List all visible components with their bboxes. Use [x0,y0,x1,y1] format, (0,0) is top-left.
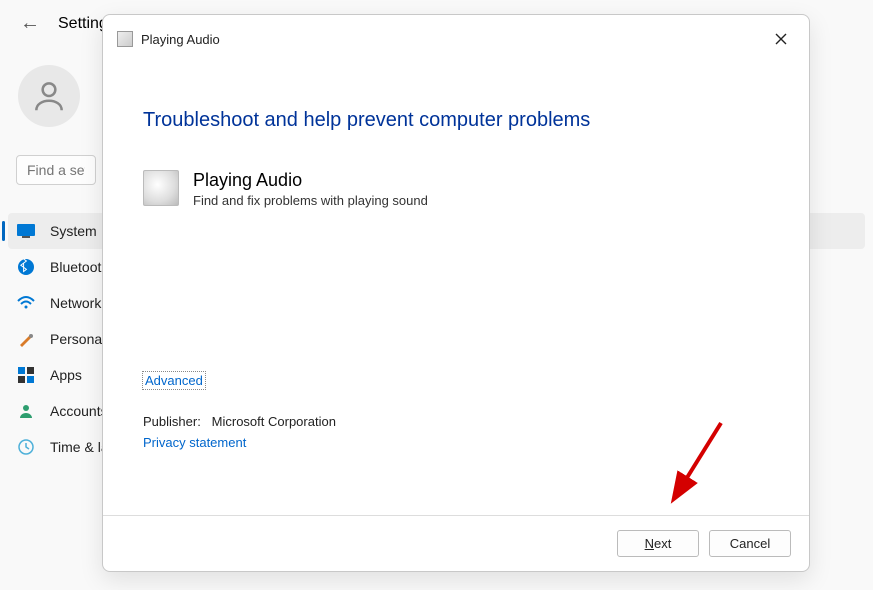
sidebar-item-label: Accounts [50,403,108,419]
person-icon [16,401,36,421]
back-arrow-icon[interactable]: ← [20,12,40,35]
item-description: Find and fix problems with playing sound [193,193,428,208]
speaker-icon [143,170,179,206]
dialog-window-title: Playing Audio [141,32,220,47]
dialog-heading: Troubleshoot and help prevent computer p… [143,109,769,132]
troubleshooter-icon [117,31,133,47]
monitor-icon [16,221,36,241]
bluetooth-icon [16,257,36,277]
sidebar-item-label: Apps [50,367,82,383]
publisher-label: Publisher: [143,414,201,429]
privacy-statement-link[interactable]: Privacy statement [143,435,246,450]
avatar[interactable] [18,65,80,127]
apps-icon [16,365,36,385]
sidebar-item-label: System [50,223,97,239]
cancel-button[interactable]: Cancel [709,530,791,557]
search-input[interactable] [16,155,96,185]
advanced-link[interactable]: Advanced [143,372,205,389]
item-title: Playing Audio [193,170,428,191]
close-button[interactable] [767,25,795,53]
wifi-icon [16,293,36,313]
brush-icon [16,329,36,349]
troubleshooter-dialog: Playing Audio Troubleshoot and help prev… [102,14,810,572]
publisher-value: Microsoft Corporation [212,414,336,429]
next-button[interactable]: Next [617,530,699,557]
clock-icon [16,437,36,457]
